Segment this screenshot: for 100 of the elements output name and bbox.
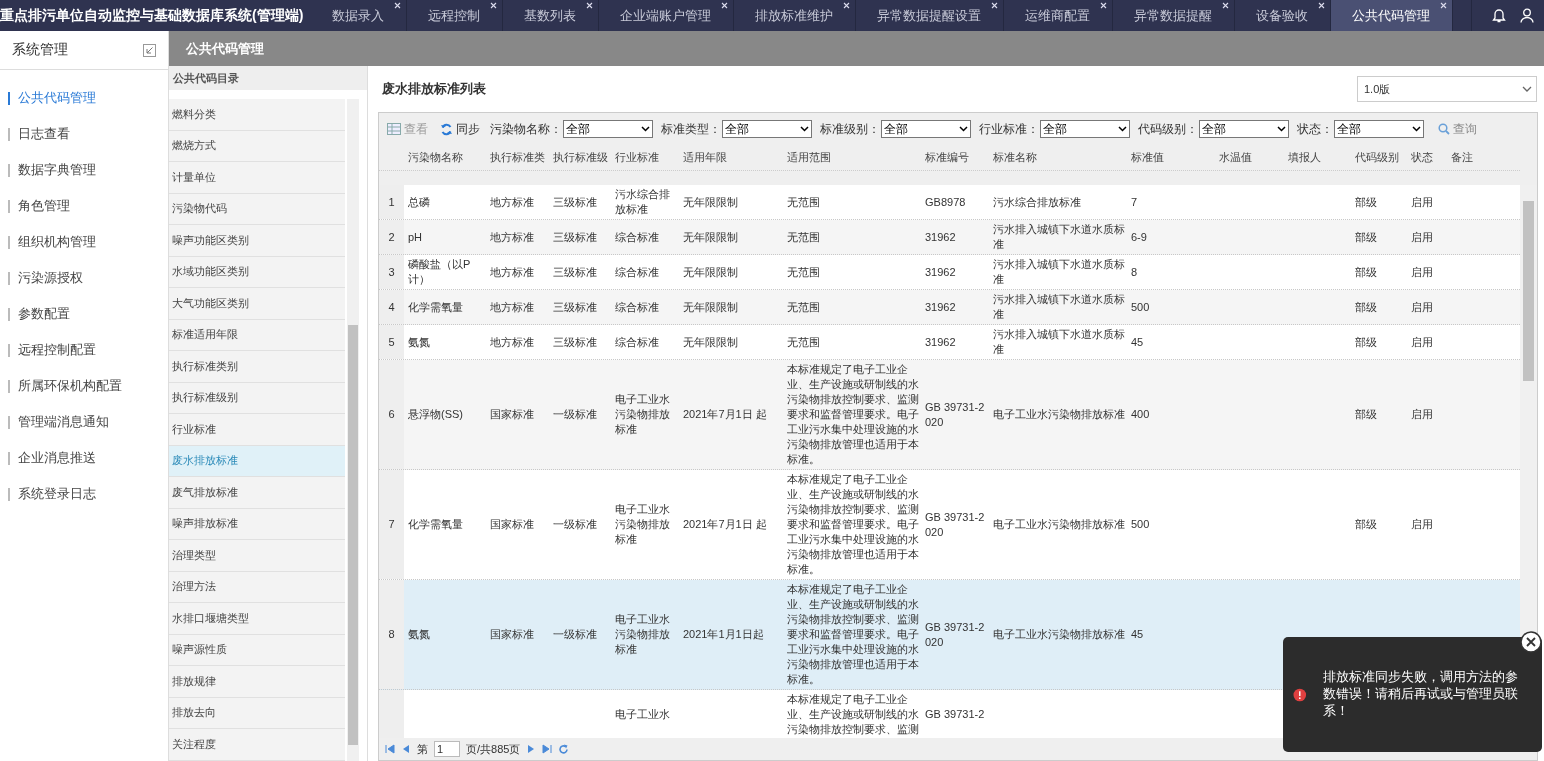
table-cell-text: 400 <box>1130 407 1151 422</box>
row-number: 4 <box>379 290 404 324</box>
table-cell-text: 本标准规定了电子工业企业、生产设施或研制线的水污染物排放控制要求、监测要求和监督管理要求。电子工业污水集中处理设施的水污染物排放管理也适用于本标准。 <box>786 472 920 577</box>
filter-label: 污染物名称： <box>490 121 562 137</box>
table-cell-text: 31962 <box>924 229 957 245</box>
table-cell-text: 电子工业水污染物排放标准 <box>614 612 671 657</box>
row-number: 3 <box>379 255 404 289</box>
table-cell-text: 31962 <box>924 334 957 350</box>
table-cell-text: 8 <box>1130 264 1139 280</box>
list-title: 废水排放标准列表 <box>382 80 486 98</box>
table-cell-text: 启用 <box>1410 194 1434 210</box>
table-cell-text: 三级标准 <box>552 299 598 315</box>
row-number: 6 <box>379 360 404 469</box>
table-cell-text: 45 <box>1130 627 1145 642</box>
table-cell-text: 综合标准 <box>614 229 660 245</box>
table-cell-text: pH <box>407 229 424 245</box>
table-cell-text: 三级标准 <box>552 264 598 280</box>
table-cell-text: 电子工业水污染物排放标准 <box>992 517 1126 532</box>
column-header: 执行标准类 <box>489 150 546 165</box>
table-cell-text: 国家标准 <box>489 407 535 422</box>
table-cell-text: 地方标准 <box>489 229 535 245</box>
table-cell-text: 地方标准 <box>489 299 535 315</box>
table-cell-text: 部级 <box>1354 334 1378 350</box>
table-cell-text: 电子工业水污染物排放标准 <box>992 407 1126 422</box>
table-cell-text: 2021年1月1日起 <box>682 627 765 642</box>
filter-label: 行业标准： <box>979 121 1039 137</box>
page-header: 公共代码管理 <box>169 31 1544 66</box>
table-cell-text: 500 <box>1130 299 1151 315</box>
row-number: 5 <box>379 325 404 359</box>
table-cell-text: 2021年7月1日 起 <box>682 407 768 422</box>
table-cell-text: 启用 <box>1410 407 1434 422</box>
row-number: 8 <box>379 580 404 689</box>
column-header: 水温值 <box>1218 150 1253 165</box>
app-title: 重点排污单位自动监控与基础数据库系统(管理端) <box>0 5 305 25</box>
table-cell-text: 无范围 <box>786 334 821 350</box>
table-cell-text: 启用 <box>1410 517 1434 532</box>
column-header: 适用范围 <box>786 150 832 165</box>
table-cell-text: 电子工业水 <box>614 707 671 722</box>
row-number: 2 <box>379 220 404 254</box>
table-cell-text: 地方标准 <box>489 334 535 350</box>
table-cell-text: GB 39731-2 <box>924 707 986 722</box>
table-cell-text: 国家标准 <box>489 517 535 532</box>
table-cell-text: 电子工业水污染物排放标准 <box>614 392 671 437</box>
table-cell-text: 污水排入城镇下水道水质标准 <box>992 327 1126 357</box>
column-header: 备注 <box>1450 150 1474 165</box>
table-cell-text: 氨氮 <box>407 334 431 350</box>
filter-label: 状态： <box>1297 121 1333 137</box>
table-cell-text: 磷酸盐（以P计） <box>407 257 472 287</box>
table-cell-text: 一级标准 <box>552 407 598 422</box>
sidebar-title: 系统管理 <box>12 41 68 59</box>
table-cell-text: 综合标准 <box>614 299 660 315</box>
table-cell-text: GB 39731-2020 <box>924 509 986 540</box>
table-cell-text: 无范围 <box>786 194 821 210</box>
table-cell-text: GB8978 <box>924 194 967 210</box>
directory-title: 公共代码目录 <box>169 66 367 90</box>
table-cell-text: 三级标准 <box>552 194 598 210</box>
page-count: 页/共885页 <box>466 741 521 757</box>
table-cell-text: 无年限限制 <box>682 194 739 210</box>
table-cell-text: 综合标准 <box>614 334 660 350</box>
column-header: 代码级别 <box>1354 150 1400 165</box>
table-cell-text: 国家标准 <box>489 627 535 642</box>
table-cell-text: 部级 <box>1354 517 1378 532</box>
table-cell-text: 综合标准 <box>614 264 660 280</box>
table-cell-text: 7 <box>1130 194 1139 210</box>
table-cell-text: 地方标准 <box>489 264 535 280</box>
column-header: 填报人 <box>1287 150 1322 165</box>
table-cell-text: 氨氮 <box>407 627 431 642</box>
table-cell-text: 启用 <box>1410 264 1434 280</box>
table-cell-text: 部级 <box>1354 229 1378 245</box>
table-cell-text: 45 <box>1130 334 1145 350</box>
table-cell-text: 无范围 <box>786 229 821 245</box>
table-cell-text: 6-9 <box>1130 229 1148 245</box>
table-cell-text: 电子工业水污染物排放标准 <box>992 627 1126 642</box>
table-cell-text: 2021年7月1日 起 <box>682 517 768 532</box>
table-cell-text: 三级标准 <box>552 334 598 350</box>
table-cell-text: 部级 <box>1354 264 1378 280</box>
column-header: 适用年限 <box>682 150 728 165</box>
table-cell-text: 无年限限制 <box>682 299 739 315</box>
column-header: 状态 <box>1410 150 1434 165</box>
row-number: 7 <box>379 470 404 579</box>
filter-label: 标准级别： <box>820 121 880 137</box>
table-cell-text: 本标准规定了电子工业企业、生产设施或研制线的水污染物排放控制要求、监测 <box>786 692 920 737</box>
table-cell-text: 一级标准 <box>552 517 598 532</box>
table-cell-text: 无范围 <box>786 299 821 315</box>
table-cell-text: 污水综合排放标准 <box>992 194 1082 210</box>
table-cell-text: 部级 <box>1354 299 1378 315</box>
table-cell-text: 31962 <box>924 264 957 280</box>
table-cell-text: 本标准规定了电子工业企业、生产设施或研制线的水污染物排放控制要求、监测要求和监督管理要求。电子工业污水集中处理设施的水污染物排放管理也适用于本标准。 <box>786 362 920 467</box>
table-cell-text: 31962 <box>924 299 957 315</box>
table-cell-text: 电子工业水污染物排放标准 <box>614 502 671 547</box>
table-cell-text: 启用 <box>1410 334 1434 350</box>
table-cell-text: 化学需氧量 <box>407 299 464 315</box>
table-cell-text: 总磷 <box>407 194 431 210</box>
table-cell-text: 污水排入城镇下水道水质标准 <box>992 292 1126 322</box>
table-cell-text: 本标准规定了电子工业企业、生产设施或研制线的水污染物排放控制要求、监测要求和监督管理要求。电子工业污水集中处理设施的水污染物排放管理也适用于本标准。 <box>786 582 920 687</box>
table-cell-text: 无年限限制 <box>682 334 739 350</box>
table-cell-text: 无年限限制 <box>682 264 739 280</box>
table-cell-text: 启用 <box>1410 299 1434 315</box>
table-cell-text: 部级 <box>1354 194 1378 210</box>
column-header: 执行标准级 <box>552 150 609 165</box>
